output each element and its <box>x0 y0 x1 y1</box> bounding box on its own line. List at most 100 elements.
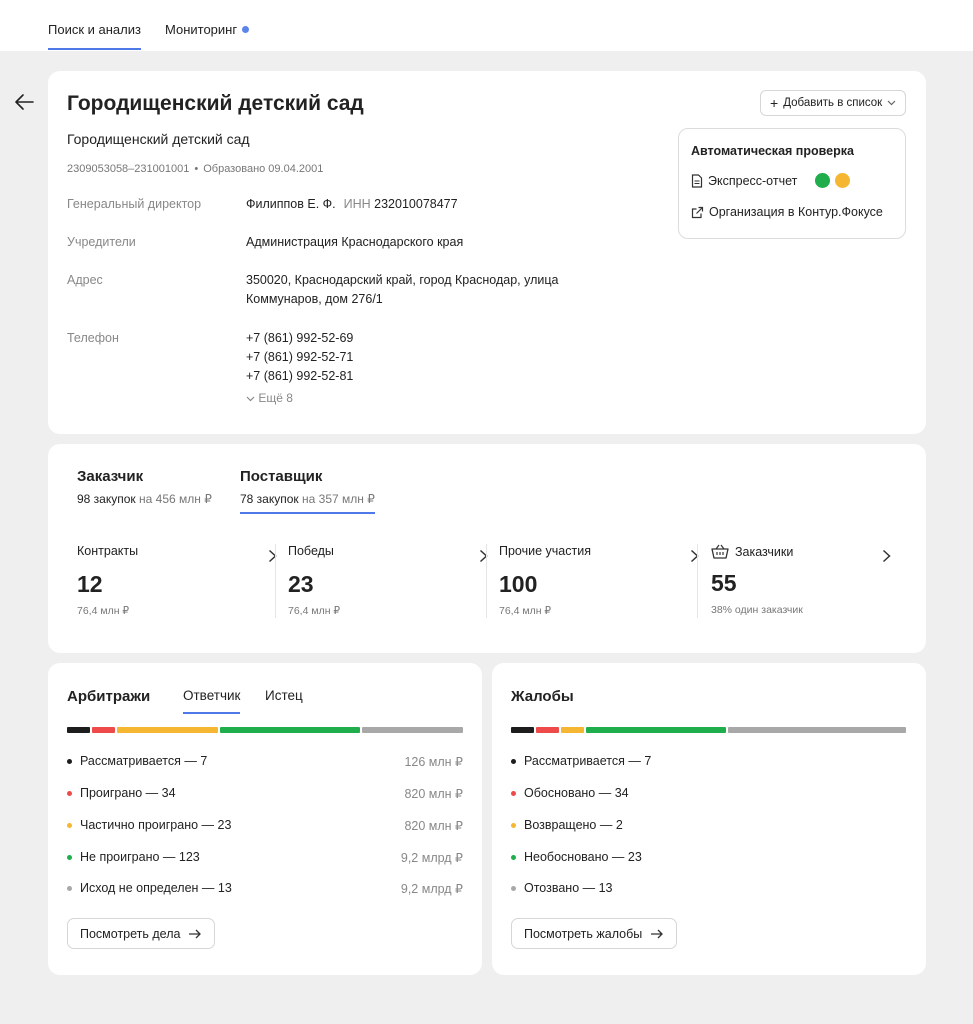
address-label: Адрес <box>67 273 103 287</box>
director-value: Филиппов Е. Ф. ИНН 232010078477 <box>246 195 458 214</box>
legend-bullet <box>511 758 516 764</box>
legend-row[interactable]: Возвращено — 2 <box>511 818 623 832</box>
tab-defendant[interactable]: Ответчик <box>183 688 241 714</box>
view-complaints-button[interactable]: Посмотреть жалобы <box>511 918 678 949</box>
external-link-icon <box>691 206 704 218</box>
stat-sub: 76,4 млн ₽ <box>499 605 552 617</box>
director-label: Генеральный директор <box>67 197 202 211</box>
add-to-list-button[interactable]: + Добавить в список <box>760 90 907 116</box>
role-count: 78 закупок <box>240 492 299 506</box>
status-indicator-green <box>815 173 831 188</box>
stat-contracts[interactable]: Контракты 12 76,4 млн ₽ <box>77 544 277 620</box>
document-icon <box>691 173 703 188</box>
phone-number: +7 (861) 992-52-81 <box>246 369 354 383</box>
company-meta: 2309053058–231001001 • Образовано 09.04.20… <box>67 163 323 175</box>
stat-other-participation[interactable]: Прочие участия 100 76,4 млн ₽ <box>499 544 699 620</box>
role-summary: 98 закупок на 456 млн ₽ <box>77 492 212 506</box>
legend-amount: 9,2 млрд ₽ <box>400 851 463 865</box>
founders-value[interactable]: Администрация Краснодарского края <box>246 233 463 252</box>
legend-label: Исход не определен — 13 <box>80 881 232 895</box>
status-bar-segment <box>536 727 559 733</box>
legend-row[interactable]: Необосновано — 23 <box>511 850 642 864</box>
legend-bullet <box>67 790 72 796</box>
legend-row[interactable]: Не проиграно — 123 <box>67 850 200 864</box>
role-sum: на 456 млн ₽ <box>139 492 212 506</box>
tab-label: Мониторинг <box>165 22 238 37</box>
inn-label: ИНН <box>343 197 371 211</box>
role-summary: 78 закупок на 357 млн ₽ <box>240 492 375 506</box>
role-sum: на 357 млн ₽ <box>302 492 375 506</box>
company-card: Городищенский детский сад Городищенский … <box>48 71 926 434</box>
basket-icon <box>711 544 729 559</box>
legend-bullet <box>67 822 72 828</box>
procurement-card: Заказчик 98 закупок на 456 млн ₽ Поставщ… <box>48 444 926 653</box>
legend-row[interactable]: Рассматривается — 7 <box>511 754 651 768</box>
kontur-focus-link[interactable]: Организация в Контур.Фокусе <box>691 205 883 219</box>
address-line: Коммунаров, дом 276/1 <box>246 292 383 306</box>
legend-bullet <box>67 758 72 764</box>
tab-plaintiff[interactable]: Истец <box>265 688 303 703</box>
view-cases-button[interactable]: Посмотреть дела <box>67 918 216 949</box>
tab-label: Поиск и анализ <box>48 22 141 37</box>
show-more-label: Ещё 8 <box>258 391 293 405</box>
address-line: 350020, Краснодарский край, город Красно… <box>246 273 559 287</box>
add-to-list-label: Добавить в список <box>783 97 883 109</box>
stat-sub: 76,4 млн ₽ <box>288 605 341 617</box>
back-arrow-icon[interactable] <box>14 93 34 111</box>
stat-label: Прочие участия <box>499 544 591 558</box>
legend-row[interactable]: Частично проиграно — 23 <box>67 818 231 832</box>
status-bar-segment <box>117 727 218 733</box>
arrow-right-icon <box>189 929 202 938</box>
legend-bullet <box>511 854 516 860</box>
legend-label: Рассматривается — 7 <box>524 754 652 768</box>
tab-monitoring[interactable]: Мониторинг <box>165 22 250 37</box>
director-name[interactable]: Филиппов Е. Ф. <box>246 197 336 211</box>
address-value: 350020, Краснодарский край, город Красно… <box>246 271 558 309</box>
status-indicator-yellow <box>835 173 851 188</box>
separator-dot: • <box>194 163 199 175</box>
arrow-right-icon <box>651 929 664 938</box>
section-title: Жалобы <box>511 688 574 705</box>
status-bar-segment <box>728 727 906 733</box>
stat-value: 55 <box>711 570 737 596</box>
legend-row[interactable]: Отозвано — 13 <box>511 881 613 895</box>
phone-number: +7 (861) 992-52-71 <box>246 350 354 364</box>
legend-label: Обосновано — 34 <box>524 786 629 800</box>
stat-customers[interactable]: Заказчики 55 38% один заказчик <box>711 544 891 620</box>
top-navigation: Поиск и анализ Мониторинг <box>0 0 973 51</box>
legend-bullet <box>511 822 516 828</box>
company-codes: 2309053058–231001001 <box>67 163 190 175</box>
auto-check-panel: Автоматическая проверка Экспресс-отчет О… <box>678 128 906 239</box>
legend-label: Возвращено — 2 <box>524 818 623 832</box>
divider <box>697 544 698 618</box>
tab-customer[interactable]: Заказчик 98 закупок на 456 млн ₽ <box>77 468 212 506</box>
stat-sub: 76,4 млн ₽ <box>77 605 130 617</box>
legend-row[interactable]: Обосновано — 34 <box>511 786 629 800</box>
legend-amount: 126 млн ₽ <box>404 755 463 769</box>
show-more-phones[interactable]: Ещё 8 <box>246 391 293 405</box>
button-label: Посмотреть жалобы <box>524 926 643 941</box>
chevron-down-icon <box>887 100 896 106</box>
arbitration-card: Арбитражи Ответчик Истец Рассматривается… <box>48 663 482 975</box>
company-short-name: Городищенский детский сад <box>67 131 250 147</box>
status-bar-segment <box>220 727 360 733</box>
legend-row[interactable]: Проиграно — 34 <box>67 786 176 800</box>
legend-bullet <box>67 854 72 860</box>
express-report-label: Экспресс-отчет <box>708 173 798 188</box>
tab-supplier[interactable]: Поставщик 78 закупок на 357 млн ₽ <box>240 468 375 514</box>
stat-wins[interactable]: Победы 23 76,4 млн ₽ <box>288 544 488 620</box>
stat-value: 12 <box>77 571 103 597</box>
stat-sub: 38% один заказчик <box>711 604 803 616</box>
status-bar-segment <box>586 727 726 733</box>
legend-row[interactable]: Рассматривается — 7 <box>67 754 207 768</box>
legend-row[interactable]: Исход не определен — 13 <box>67 881 232 895</box>
express-report-link[interactable]: Экспресс-отчет <box>691 173 851 188</box>
stat-label: Победы <box>288 544 334 558</box>
status-bar-segment <box>511 727 534 733</box>
status-bar-segment <box>561 727 584 733</box>
divider <box>275 544 276 618</box>
notification-dot <box>242 26 250 33</box>
arbitration-status-bar <box>67 727 463 733</box>
tab-search-analysis[interactable]: Поиск и анализ <box>48 22 141 50</box>
legend-label: Частично проиграно — 23 <box>80 818 232 832</box>
